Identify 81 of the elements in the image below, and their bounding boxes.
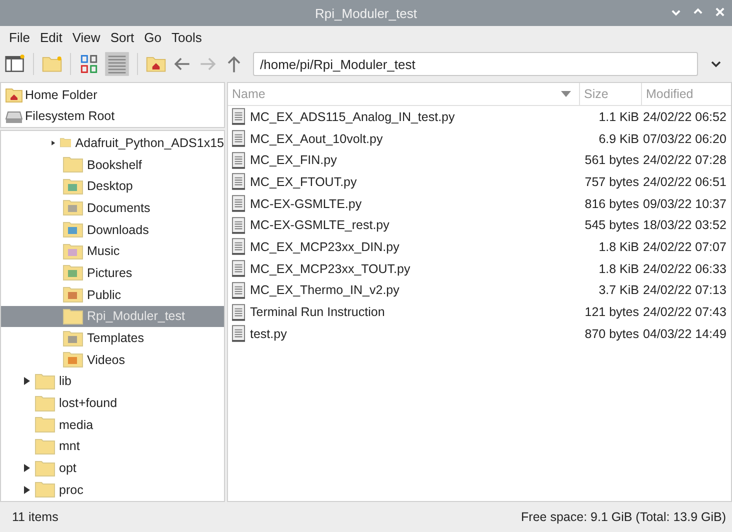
tree-item[interactable]: Documents <box>1 197 224 219</box>
path-field[interactable]: /home/pi/Rpi_Moduler_test <box>253 52 698 76</box>
file-modified: 24/02/22 06:33 <box>643 262 728 276</box>
file-name[interactable]: MC_EX_FTOUT.py <box>250 174 357 189</box>
text-file-icon <box>232 173 245 190</box>
home-folder-icon <box>5 86 23 102</box>
sort-icon <box>561 91 571 97</box>
file-modified: 24/02/22 07:28 <box>643 153 728 168</box>
new-window-icon[interactable] <box>4 53 26 75</box>
menu-item[interactable]: View <box>67 28 106 46</box>
menu-item[interactable]: Edit <box>34 28 68 46</box>
text-file-icon <box>232 260 245 278</box>
expander-icon[interactable] <box>23 463 31 474</box>
file-modified: 09/03/22 10:37 <box>643 196 728 211</box>
file-size: 3.7 KiB <box>598 283 640 298</box>
file-size: 757 bytes <box>584 174 640 189</box>
menu-item[interactable]: File <box>4 28 35 46</box>
file-modified: 04/03/22 14:49 <box>643 326 728 341</box>
file-modified: 24/02/22 06:51 <box>643 174 728 189</box>
tree-item[interactable]: Videos <box>1 348 224 371</box>
tree-item[interactable]: Templates <box>1 327 224 349</box>
text-file-icon <box>232 130 245 148</box>
free-space: Free space: 9.1 GiB (Total: 13.9 GiB) <box>521 510 726 524</box>
tree-item[interactable]: mnt <box>1 436 224 458</box>
text-file-icon <box>232 304 245 321</box>
menu-item[interactable]: Go <box>139 28 166 46</box>
file-name[interactable]: MC_EX_MCP23xx_TOUT.py <box>250 262 410 276</box>
text-file-icon <box>232 108 245 126</box>
text-file-icon <box>232 152 245 169</box>
file-name[interactable]: MC_EX_Thermo_IN_v2.py <box>250 283 400 298</box>
menu-item[interactable]: Tools <box>166 28 207 46</box>
file-name[interactable]: MC-EX-GSMLTE.py <box>250 196 362 211</box>
tree-item[interactable]: proc <box>1 479 224 501</box>
file-modified: 18/03/22 03:52 <box>643 218 728 232</box>
file-name[interactable]: MC_EX_ADS115_Analog_IN_test.py <box>250 110 455 124</box>
tree-item[interactable]: lost+found <box>1 392 224 414</box>
expander-icon[interactable] <box>23 484 31 495</box>
file-size: 561 bytes <box>584 153 640 168</box>
file-size: 816 bytes <box>584 196 640 211</box>
file-size: 121 bytes <box>584 305 640 320</box>
tree-item[interactable]: Public <box>1 284 224 306</box>
file-name[interactable]: Terminal Run Instruction <box>250 305 385 320</box>
icon-view-icon[interactable] <box>78 53 100 75</box>
place-item[interactable]: Filesystem Root <box>1 105 224 126</box>
file-modified: 24/02/22 07:43 <box>643 305 728 320</box>
file-name[interactable]: MC_EX_MCP23xx_DIN.py <box>250 240 400 254</box>
text-file-icon <box>232 216 245 234</box>
tree-item[interactable]: Downloads <box>1 218 224 240</box>
place-item[interactable]: Home Folder <box>1 84 224 105</box>
text-file-icon <box>232 282 245 299</box>
tree-item[interactable]: lib <box>1 370 224 392</box>
expander-icon[interactable] <box>23 376 31 386</box>
file-modified: 24/02/22 06:52 <box>643 110 728 124</box>
file-name[interactable]: MC-EX-GSMLTE_rest.py <box>250 218 390 232</box>
window-title: Rpi_Moduler_test <box>315 6 417 20</box>
tree-item[interactable]: Desktop <box>1 175 224 198</box>
file-size: 1.8 KiB <box>598 262 640 276</box>
file-name[interactable]: MC_EX_Aout_10volt.py <box>250 132 383 146</box>
text-file-icon <box>232 195 245 212</box>
text-file-icon <box>232 325 245 342</box>
item-count: 11 items <box>12 510 58 524</box>
list-view-icon[interactable] <box>104 51 130 77</box>
file-modified: 07/03/22 06:20 <box>643 132 728 146</box>
tree-item[interactable]: media <box>1 414 224 436</box>
tree-item[interactable]: Pictures <box>1 262 224 284</box>
file-size: 545 bytes <box>584 218 640 232</box>
file-size: 870 bytes <box>584 326 640 341</box>
tree-item[interactable]: Adafruit_Python_ADS1x15 <box>1 132 224 154</box>
file-size: 1.1 KiB <box>598 110 640 124</box>
file-size: 6.9 KiB <box>598 132 640 146</box>
file-name[interactable]: test.py <box>250 326 287 341</box>
menu-item[interactable]: Sort <box>105 28 140 46</box>
tree-item[interactable]: Bookshelf <box>1 154 224 176</box>
file-modified: 24/02/22 07:13 <box>643 283 728 298</box>
file-name[interactable]: MC_EX_FIN.py <box>250 153 337 168</box>
file-modified: 24/02/22 07:07 <box>643 240 728 254</box>
file-size: 1.8 KiB <box>598 240 640 254</box>
tree-item[interactable]: Music <box>1 240 224 262</box>
close-icon[interactable] <box>714 6 726 18</box>
text-file-icon <box>232 238 245 256</box>
tree-item[interactable]: opt <box>1 457 224 479</box>
